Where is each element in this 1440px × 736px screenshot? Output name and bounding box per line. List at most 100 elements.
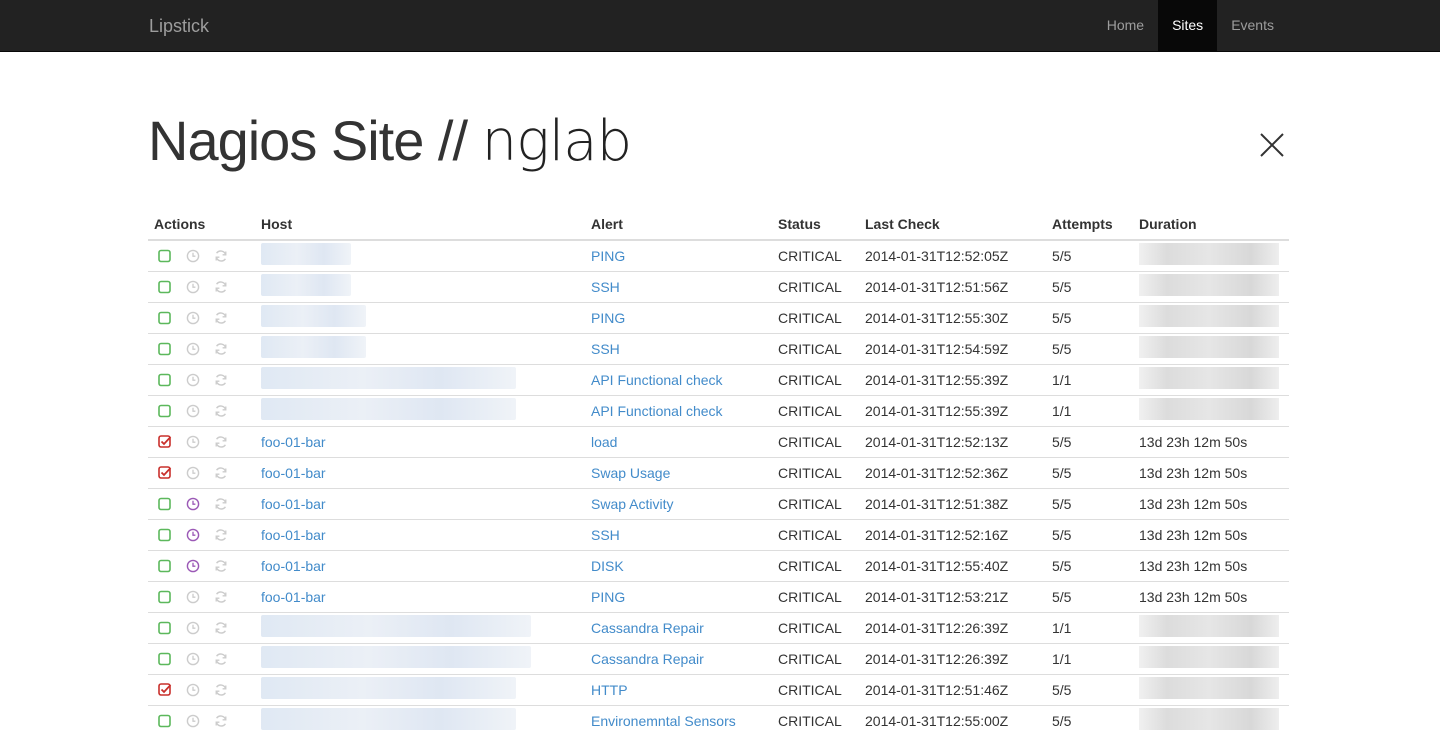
- actions-cell: [148, 642, 255, 674]
- alert-link[interactable]: DISK: [591, 558, 624, 574]
- duration-cell: 13d 23h 12m 50s: [1133, 425, 1289, 457]
- alert-link[interactable]: SSH: [591, 279, 620, 295]
- alert-link[interactable]: HTTP: [591, 682, 628, 698]
- acknowledge-checkbox-icon[interactable]: [154, 248, 182, 264]
- schedule-downtime-clock-icon[interactable]: [182, 527, 210, 543]
- col-last-check[interactable]: Last Check: [859, 208, 1046, 241]
- attempts-cell: 5/5: [1046, 270, 1133, 302]
- recheck-refresh-icon[interactable]: [210, 589, 238, 605]
- close-icon[interactable]: [1258, 131, 1286, 159]
- alert-link[interactable]: API Functional check: [591, 403, 723, 419]
- actions-cell: [148, 394, 255, 426]
- acknowledge-checkbox-icon[interactable]: [154, 279, 182, 295]
- duration-cell: [1133, 301, 1289, 333]
- alert-link[interactable]: SSH: [591, 341, 620, 357]
- recheck-refresh-icon[interactable]: [210, 620, 238, 636]
- schedule-downtime-clock-icon[interactable]: [182, 403, 210, 419]
- acknowledge-checkbox-icon[interactable]: [154, 589, 182, 605]
- status-cell: CRITICAL: [772, 518, 859, 550]
- host-link[interactable]: foo-01-bar: [261, 558, 326, 574]
- acknowledge-checkbox-icon[interactable]: [154, 558, 182, 574]
- recheck-refresh-icon[interactable]: [210, 651, 238, 667]
- recheck-refresh-icon[interactable]: [210, 403, 238, 419]
- brand-logo[interactable]: Lipstick: [149, 0, 209, 52]
- recheck-refresh-icon[interactable]: [210, 713, 238, 729]
- acknowledge-checkbox-icon[interactable]: [154, 465, 182, 481]
- col-attempts[interactable]: Attempts: [1046, 208, 1133, 241]
- nav-sites[interactable]: Sites: [1158, 0, 1218, 51]
- schedule-downtime-clock-icon[interactable]: [182, 310, 210, 326]
- acknowledge-checkbox-icon[interactable]: [154, 527, 182, 543]
- duration-cell: 13d 23h 12m 50s: [1133, 518, 1289, 550]
- schedule-downtime-clock-icon[interactable]: [182, 496, 210, 512]
- schedule-downtime-clock-icon[interactable]: [182, 558, 210, 574]
- schedule-downtime-clock-icon[interactable]: [182, 279, 210, 295]
- duration-cell: [1133, 332, 1289, 364]
- schedule-downtime-clock-icon[interactable]: [182, 341, 210, 357]
- nav-home[interactable]: Home: [1093, 0, 1158, 51]
- col-duration[interactable]: Duration: [1133, 208, 1289, 241]
- alert-link[interactable]: load: [591, 434, 617, 450]
- recheck-refresh-icon[interactable]: [210, 310, 238, 326]
- acknowledge-checkbox-icon[interactable]: [154, 620, 182, 636]
- schedule-downtime-clock-icon[interactable]: [182, 248, 210, 264]
- schedule-downtime-clock-icon[interactable]: [182, 372, 210, 388]
- recheck-refresh-icon[interactable]: [210, 341, 238, 357]
- status-cell: CRITICAL: [772, 549, 859, 581]
- host-link[interactable]: foo-01-bar: [261, 434, 326, 450]
- schedule-downtime-clock-icon[interactable]: [182, 434, 210, 450]
- alert-link[interactable]: Cassandra Repair: [591, 620, 704, 636]
- acknowledge-checkbox-icon[interactable]: [154, 682, 182, 698]
- recheck-refresh-icon[interactable]: [210, 527, 238, 543]
- page-title-prefix: Nagios Site //: [148, 109, 482, 172]
- schedule-downtime-clock-icon[interactable]: [182, 713, 210, 729]
- recheck-refresh-icon[interactable]: [210, 682, 238, 698]
- recheck-refresh-icon[interactable]: [210, 279, 238, 295]
- attempts-cell: 5/5: [1046, 518, 1133, 550]
- schedule-downtime-clock-icon[interactable]: [182, 682, 210, 698]
- recheck-refresh-icon[interactable]: [210, 558, 238, 574]
- status-cell: CRITICAL: [772, 642, 859, 674]
- acknowledge-checkbox-icon[interactable]: [154, 434, 182, 450]
- alert-link[interactable]: PING: [591, 248, 625, 264]
- schedule-downtime-clock-icon[interactable]: [182, 465, 210, 481]
- duration-redacted: [1139, 243, 1279, 266]
- host-link[interactable]: foo-01-bar: [261, 496, 326, 512]
- acknowledge-checkbox-icon[interactable]: [154, 341, 182, 357]
- acknowledge-checkbox-icon[interactable]: [154, 713, 182, 729]
- alert-link[interactable]: Swap Activity: [591, 496, 673, 512]
- acknowledge-checkbox-icon[interactable]: [154, 310, 182, 326]
- attempts-cell: 5/5: [1046, 549, 1133, 581]
- host-link[interactable]: foo-01-bar: [261, 589, 326, 605]
- alert-cell: SSH: [585, 518, 772, 550]
- host-link[interactable]: foo-01-bar: [261, 465, 326, 481]
- recheck-refresh-icon[interactable]: [210, 465, 238, 481]
- alert-cell: Swap Activity: [585, 487, 772, 519]
- col-status[interactable]: Status: [772, 208, 859, 241]
- alert-cell: Environemntal Sensors: [585, 704, 772, 736]
- alert-link[interactable]: PING: [591, 310, 625, 326]
- schedule-downtime-clock-icon[interactable]: [182, 651, 210, 667]
- alert-link[interactable]: Cassandra Repair: [591, 651, 704, 667]
- schedule-downtime-clock-icon[interactable]: [182, 589, 210, 605]
- host-link[interactable]: foo-01-bar: [261, 527, 326, 543]
- alert-link[interactable]: Swap Usage: [591, 465, 670, 481]
- last-check-cell: 2014-01-31T12:51:46Z: [859, 673, 1046, 705]
- nav-events[interactable]: Events: [1217, 0, 1288, 51]
- recheck-refresh-icon[interactable]: [210, 372, 238, 388]
- acknowledge-checkbox-icon[interactable]: [154, 403, 182, 419]
- col-host[interactable]: Host: [255, 208, 585, 241]
- recheck-refresh-icon[interactable]: [210, 434, 238, 450]
- acknowledge-checkbox-icon[interactable]: [154, 372, 182, 388]
- acknowledge-checkbox-icon[interactable]: [154, 496, 182, 512]
- alert-link[interactable]: API Functional check: [591, 372, 723, 388]
- col-alert[interactable]: Alert: [585, 208, 772, 241]
- alert-link[interactable]: SSH: [591, 527, 620, 543]
- host-cell: [255, 301, 585, 333]
- acknowledge-checkbox-icon[interactable]: [154, 651, 182, 667]
- schedule-downtime-clock-icon[interactable]: [182, 620, 210, 636]
- recheck-refresh-icon[interactable]: [210, 496, 238, 512]
- alert-link[interactable]: PING: [591, 589, 625, 605]
- alert-link[interactable]: Environemntal Sensors: [591, 713, 736, 729]
- recheck-refresh-icon[interactable]: [210, 248, 238, 264]
